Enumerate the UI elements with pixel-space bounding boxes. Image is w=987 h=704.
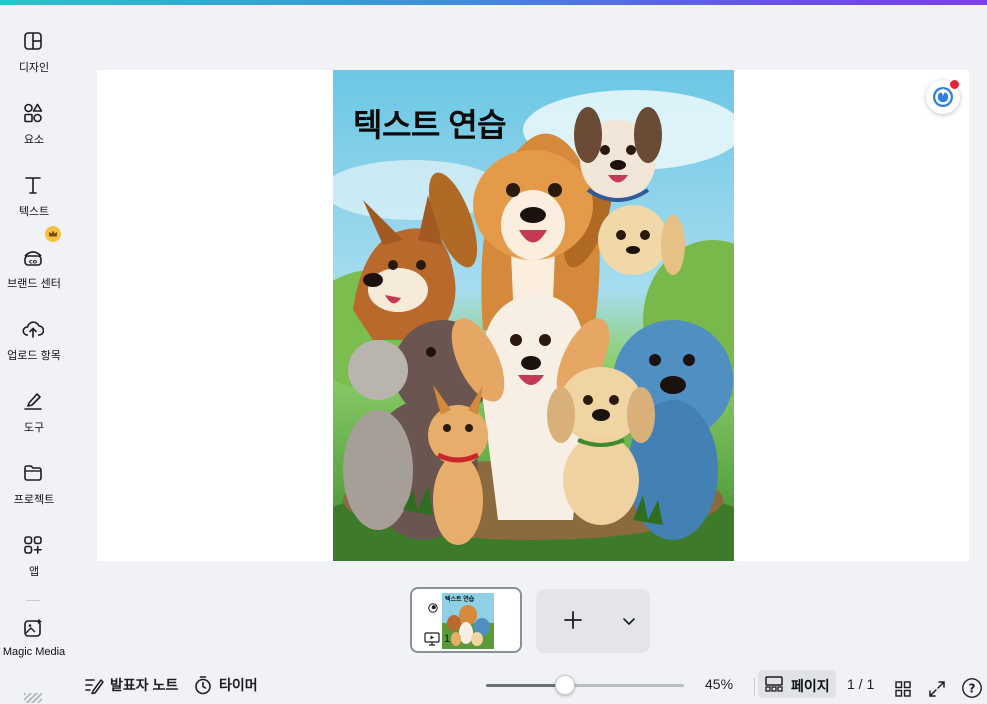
cartoon-dogs-image[interactable]: 텍스트 연습 (333, 70, 734, 561)
help-icon: ? (961, 677, 983, 699)
sidebar-item-tools[interactable]: 도구 (0, 390, 68, 450)
expand-icon (928, 680, 946, 698)
sidebar-item-uploads[interactable]: 업로드 항목 (0, 318, 68, 378)
apps-icon (22, 534, 44, 556)
magic-media-icon (22, 617, 44, 639)
plus-icon (563, 610, 583, 630)
sidebar-item-elements[interactable]: 요소 (0, 102, 68, 162)
fullscreen-button[interactable] (928, 674, 946, 704)
grid-icon (894, 680, 912, 698)
sidebar-item-label: 텍스트 (18, 206, 50, 218)
timer-label: 타이머 (219, 677, 258, 693)
left-sidebar: 디자인 요소 텍스트 co 브랜드 센터 업로드 항목 도구 프로젝트 앱 Ma… (0, 5, 68, 703)
sidebar-item-projects[interactable]: 프로젝트 (0, 462, 68, 522)
add-page-button[interactable] (536, 589, 650, 653)
canvas-text-element[interactable]: 텍스트 연습 (353, 100, 507, 146)
zoom-slider-handle[interactable] (555, 675, 576, 695)
upload-icon (22, 318, 44, 340)
pages-button[interactable]: 페이지 (758, 670, 836, 698)
sidebar-item-label: 앱 (28, 566, 40, 578)
page-thumbnail[interactable]: 텍스트 연습 1 (410, 587, 522, 653)
sidebar-item-label: 브랜드 센터 (7, 278, 61, 290)
brand-icon: co (22, 246, 44, 268)
page-number: 1 (444, 633, 451, 645)
sidebar-item-magic-media[interactable]: Magic Media (0, 617, 68, 677)
sidebar-item-text[interactable]: 텍스트 (0, 174, 68, 234)
notes-button[interactable]: 발표자 노트 (84, 670, 178, 700)
sidebar-divider (26, 600, 40, 601)
thumbnail-text: 텍스트 연습 (445, 597, 475, 603)
design-canvas[interactable]: 텍스트 연습 (97, 70, 969, 561)
sidebar-item-label: 도구 (23, 422, 45, 434)
elements-icon (22, 102, 44, 124)
folder-icon (22, 462, 44, 484)
design-icon (22, 30, 44, 52)
zoom-level[interactable]: 45% (705, 676, 733, 692)
presentation-icon (424, 632, 440, 646)
chevron-down-icon[interactable] (622, 614, 636, 628)
pages-label: 페이지 (791, 678, 830, 694)
help-button[interactable]: ? (961, 673, 983, 703)
page-counter: 1 / 1 (847, 676, 875, 692)
assistant-button[interactable] (926, 79, 962, 116)
sidebar-item-label: 업로드 항목 (7, 350, 61, 362)
grid-view-button[interactable] (894, 674, 912, 704)
timer-button[interactable]: 타이머 (193, 670, 258, 700)
svg-text:co: co (29, 258, 38, 266)
crown-icon (45, 226, 61, 242)
text-icon (22, 174, 44, 196)
zoom-slider-fill (486, 684, 566, 687)
sidebar-item-label: Magic Media (2, 646, 66, 658)
sidebar-item-apps[interactable]: 앱 (0, 534, 68, 594)
visibility-icon[interactable] (428, 600, 438, 613)
sidebar-overflow-handle[interactable] (24, 693, 42, 703)
pages-icon (765, 676, 783, 697)
sidebar-item-label: 디자인 (18, 62, 50, 74)
notes-icon (84, 675, 104, 695)
notes-label: 발표자 노트 (110, 677, 179, 693)
notification-dot (949, 79, 960, 90)
footer-divider (754, 678, 755, 696)
sidebar-item-label: 요소 (23, 134, 45, 146)
timer-icon (193, 675, 213, 695)
draw-icon (22, 390, 44, 412)
top-accent-bar (0, 0, 987, 5)
sidebar-item-brand[interactable]: co 브랜드 센터 (0, 246, 68, 306)
sidebar-item-label: 프로젝트 (13, 494, 55, 506)
sidebar-item-design[interactable]: 디자인 (0, 30, 68, 90)
svg-text:?: ? (969, 682, 976, 696)
